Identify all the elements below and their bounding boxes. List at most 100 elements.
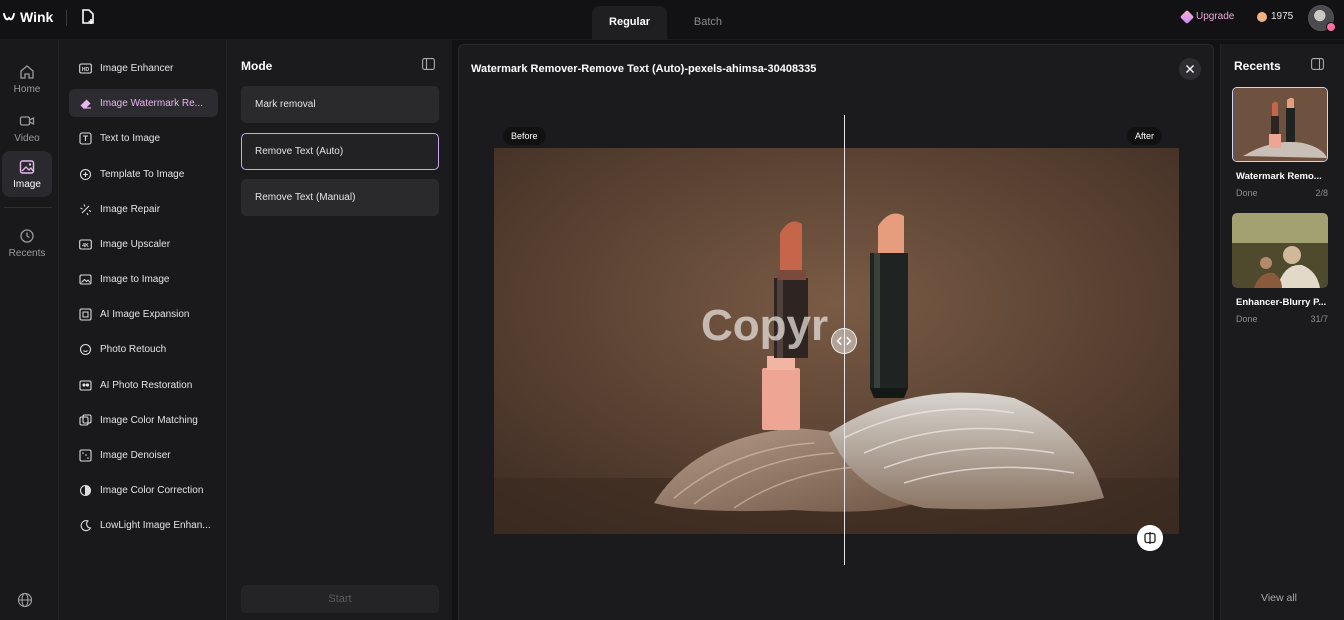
recents-panel: Recents Watermark Remo... Done 2/8 Enhan… (1220, 44, 1344, 620)
recent-item-meta: Done 2/8 (1232, 188, 1328, 198)
language-globe-icon[interactable] (17, 592, 33, 608)
tool-menu: HD Image Enhancer Image Watermark Re... … (58, 40, 226, 620)
color-correction-icon (79, 484, 92, 496)
app-logo[interactable]: Wink (2, 9, 53, 25)
wink-logo-icon (3, 13, 15, 21)
repair-icon (80, 203, 92, 215)
recent-item-status: Done (1236, 188, 1258, 198)
hd-icon: HD (79, 62, 92, 74)
tab-regular[interactable]: Regular (592, 6, 667, 40)
recent-item-meta: Done 31/7 (1232, 314, 1328, 324)
editor-canvas: Watermark Remover-Remove Text (Auto)-pex… (458, 44, 1214, 620)
upgrade-label: Upgrade (1196, 11, 1235, 22)
close-icon[interactable] (1179, 58, 1201, 80)
tool-image-to-image[interactable]: Image to Image (69, 265, 218, 293)
tool-image-color-correction[interactable]: Image Color Correction (69, 476, 218, 504)
tool-label: Image to Image (100, 273, 170, 285)
tool-image-enhancer[interactable]: HD Image Enhancer (69, 54, 218, 82)
mode-panel: Mode Mark removal Remove Text (Auto) Rem… (226, 40, 452, 620)
tool-label: Image Enhancer (100, 62, 174, 74)
tool-label: LowLight Image Enhan... (100, 519, 211, 531)
compare-toggle-icon[interactable] (1137, 525, 1163, 551)
home-icon (20, 65, 34, 79)
avatar-badge-icon (1326, 22, 1336, 32)
recents-title: Recents (1234, 59, 1281, 73)
recent-item[interactable]: Watermark Remo... Done 2/8 (1232, 87, 1328, 198)
rail-item-home[interactable]: Home (2, 56, 52, 102)
tool-photo-retouch[interactable]: Photo Retouch (69, 335, 218, 363)
tool-label: Image Watermark Re... (100, 97, 203, 109)
video-icon (19, 116, 35, 126)
nav-rail: Home Video Image Recents (0, 40, 58, 620)
compare-slider-handle-icon[interactable] (831, 328, 857, 354)
recent-thumbnail (1232, 213, 1328, 288)
tool-watermark-remover[interactable]: Image Watermark Re... (69, 89, 218, 117)
enhancer-thumbnail (1232, 213, 1328, 288)
before-label: Before (503, 127, 546, 145)
tool-label: Image Upscaler (100, 238, 171, 250)
tool-image-denoiser[interactable]: Image Denoiser (69, 441, 218, 469)
watermark-text: Copyr (701, 301, 828, 350)
tool-label: Image Color Correction (100, 484, 204, 496)
lipstick-thumbnail (1233, 88, 1327, 161)
tool-label: Image Color Matching (100, 414, 198, 426)
rail-item-video[interactable]: Video (2, 105, 52, 151)
recent-item-name: Enhancer-Blurry P... (1236, 297, 1327, 308)
restoration-icon (79, 379, 92, 391)
rail-label-recents: Recents (8, 248, 46, 259)
tool-template-to-image[interactable]: Template To Image (69, 160, 218, 188)
expand-icon (79, 307, 92, 321)
retouch-icon (79, 343, 92, 355)
template-icon (79, 168, 92, 180)
recent-item-name: Watermark Remo... (1236, 171, 1322, 182)
rail-label-home: Home (13, 84, 41, 95)
image-to-image-icon (79, 273, 92, 285)
view-all-link[interactable]: View all (1261, 592, 1297, 604)
lowlight-icon (80, 519, 92, 531)
user-avatar[interactable] (1308, 5, 1336, 32)
color-match-icon (79, 413, 92, 426)
mode-option-remove-text-manual[interactable]: Remove Text (Manual) (241, 179, 439, 216)
new-file-icon[interactable] (80, 9, 96, 25)
image-icon (19, 160, 35, 174)
tool-ai-photo-restoration[interactable]: AI Photo Restoration (69, 371, 218, 399)
tool-lowlight-image-enhancer[interactable]: LowLight Image Enhan... (69, 511, 218, 539)
tool-image-color-matching[interactable]: Image Color Matching (69, 406, 218, 434)
start-button[interactable]: Start (241, 585, 439, 613)
svg-text:HD: HD (82, 67, 90, 73)
recent-item-status: Done (1236, 314, 1258, 324)
history-icon (20, 229, 34, 243)
tool-label: Image Repair (100, 203, 161, 215)
panel-collapse-icon[interactable] (422, 58, 435, 70)
mode-option-mark-removal[interactable]: Mark removal (241, 86, 439, 123)
editor-title: Watermark Remover-Remove Text (Auto)-pex… (471, 63, 817, 75)
coin-icon (1257, 11, 1267, 22)
denoise-icon (79, 448, 92, 462)
tab-batch[interactable]: Batch (675, 6, 741, 40)
credits-balance[interactable]: 1975 (1257, 11, 1293, 22)
mode-title: Mode (241, 59, 273, 73)
tool-label: AI Photo Restoration (100, 379, 193, 391)
rail-divider (4, 207, 52, 208)
recent-thumbnail (1232, 87, 1328, 162)
recent-item[interactable]: Enhancer-Blurry P... Done 31/7 (1232, 213, 1328, 324)
tool-ai-image-expansion[interactable]: AI Image Expansion (69, 300, 218, 328)
tool-label: Template To Image (100, 168, 185, 180)
mode-option-remove-text-auto[interactable]: Remove Text (Auto) (241, 133, 439, 170)
top-divider (66, 10, 67, 26)
tool-image-repair[interactable]: Image Repair (69, 195, 218, 223)
recents-collapse-icon[interactable] (1311, 58, 1324, 70)
4k-icon: 4K (79, 238, 92, 250)
top-bar: Wink Regular Batch Upgrade 1975 (0, 0, 1344, 40)
tool-image-upscaler[interactable]: 4K Image Upscaler (69, 230, 218, 258)
tool-label: Photo Retouch (100, 343, 167, 355)
rail-item-image[interactable]: Image (2, 151, 52, 197)
gem-icon (1179, 9, 1195, 24)
upgrade-button[interactable]: Upgrade (1179, 9, 1235, 24)
credits-value: 1975 (1271, 11, 1294, 22)
rail-item-recents[interactable]: Recents (2, 220, 52, 266)
svg-text:4K: 4K (82, 243, 89, 249)
tool-label: Text to Image (100, 132, 161, 144)
tool-text-to-image[interactable]: Text to Image (69, 124, 218, 152)
eraser-icon (80, 99, 91, 109)
